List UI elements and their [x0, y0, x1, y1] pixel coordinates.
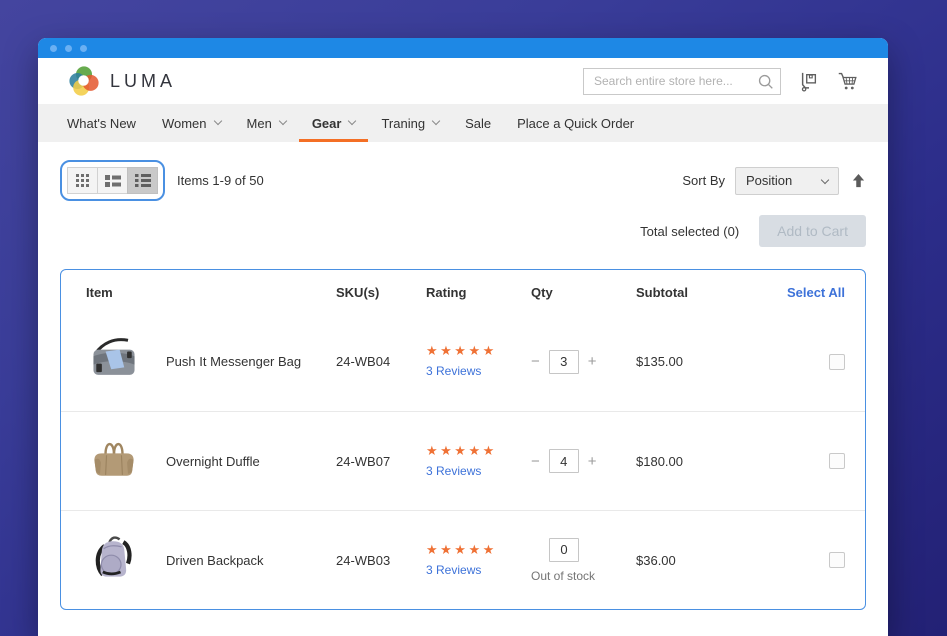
qty-stepper: − + — [531, 350, 636, 374]
chevron-down-icon — [279, 117, 287, 125]
window-control-dot[interactable] — [50, 45, 57, 52]
sort-controls: Sort By Position — [682, 167, 866, 195]
desktop-background: LUMA — [0, 0, 947, 636]
product-name: Push It Messenger Bag — [166, 354, 336, 369]
add-to-cart-button[interactable]: Add to Cart — [759, 215, 866, 247]
table-row: Overnight Duffle 24-WB07 ★★★★★ 3 Reviews… — [61, 411, 865, 510]
product-subtotal: $135.00 — [636, 354, 771, 369]
search-box — [583, 68, 781, 95]
product-sku: 24-WB03 — [336, 553, 426, 568]
product-name: Driven Backpack — [166, 553, 336, 568]
nav-item-place-a-quick-order[interactable]: Place a Quick Order — [504, 104, 647, 142]
window-titlebar — [38, 38, 888, 58]
column-header-qty: Qty — [531, 285, 636, 300]
grid-view-icon — [76, 174, 89, 187]
nav-item-traning[interactable]: Traning — [368, 104, 452, 142]
grid-view-button[interactable] — [67, 167, 98, 194]
page-content: Items 1-9 of 50 Sort By Position Total — [38, 142, 888, 636]
product-sku: 24-WB07 — [336, 454, 426, 469]
cart-icon[interactable] — [837, 71, 858, 91]
luma-logo[interactable]: LUMA — [68, 65, 176, 97]
column-header-item: Item — [86, 285, 336, 300]
product-sku: 24-WB04 — [336, 354, 426, 369]
nav-item-men[interactable]: Men — [234, 104, 299, 142]
qty-input[interactable] — [549, 350, 579, 374]
browser-window: LUMA — [38, 38, 888, 636]
row-checkbox[interactable] — [829, 354, 845, 370]
qty-stepper: − + — [531, 449, 636, 473]
table-row: Driven Backpack 24-WB03 ★★★★★ 3 Reviews … — [61, 510, 865, 609]
window-control-dot[interactable] — [65, 45, 72, 52]
product-image-duffle[interactable] — [86, 431, 142, 487]
reviews-link[interactable]: 3 Reviews — [426, 563, 481, 577]
row-checkbox[interactable] — [829, 552, 845, 568]
row-checkbox[interactable] — [829, 453, 845, 469]
nav-label: Women — [162, 116, 207, 131]
nav-label: Sale — [465, 116, 491, 131]
qty-increase-button[interactable]: + — [588, 454, 597, 469]
select-all-link[interactable]: Select All — [787, 285, 845, 300]
luma-logo-icon — [68, 65, 100, 97]
nav-label: Men — [247, 116, 272, 131]
total-selected-text: Total selected (0) — [640, 224, 739, 239]
product-subtotal: $180.00 — [636, 454, 771, 469]
column-header-subtotal: Subtotal — [636, 285, 771, 300]
chevron-down-icon — [348, 117, 356, 125]
nav-label: Place a Quick Order — [517, 116, 634, 131]
header-actions — [583, 68, 858, 95]
product-subtotal: $36.00 — [636, 553, 771, 568]
selection-bar: Total selected (0) Add to Cart — [60, 215, 866, 247]
search-input[interactable] — [583, 68, 781, 95]
product-name: Overnight Duffle — [166, 454, 336, 469]
nav-item-whats-new[interactable]: What's New — [54, 104, 149, 142]
qty-input[interactable] — [549, 538, 579, 562]
items-count: Items 1-9 of 50 — [177, 173, 264, 188]
sort-ascending-icon — [851, 173, 866, 188]
product-image-messenger-bag[interactable] — [86, 331, 142, 387]
store-header: LUMA — [38, 58, 888, 104]
chevron-down-icon — [821, 175, 829, 183]
qty-increase-button[interactable]: + — [588, 354, 597, 369]
qty-decrease-button[interactable]: − — [531, 354, 540, 369]
sort-select[interactable]: Position — [735, 167, 839, 195]
search-icon[interactable] — [757, 73, 774, 90]
chevron-down-icon — [432, 117, 440, 125]
list-toolbar: Items 1-9 of 50 Sort By Position — [60, 160, 866, 201]
product-image-backpack[interactable] — [86, 530, 142, 586]
store-name: LUMA — [110, 71, 176, 92]
reviews-link[interactable]: 3 Reviews — [426, 464, 481, 478]
grid-extended-view-button[interactable] — [97, 167, 128, 194]
list-view-button[interactable] — [127, 167, 158, 194]
reviews-link[interactable]: 3 Reviews — [426, 364, 481, 378]
grid-extended-view-icon — [105, 175, 121, 187]
items-table: Item SKU(s) Rating Qty Subtotal Select A… — [60, 269, 866, 610]
star-rating: ★★★★★ — [426, 343, 531, 359]
sort-direction-button[interactable] — [851, 173, 866, 188]
quick-order-icon[interactable] — [799, 71, 819, 92]
stock-status: Out of stock — [531, 569, 595, 583]
window-control-dot[interactable] — [80, 45, 87, 52]
nav-label: What's New — [67, 116, 136, 131]
qty-stepper: Out of stock — [531, 538, 636, 583]
nav-label: Gear — [312, 116, 342, 131]
nav-item-sale[interactable]: Sale — [452, 104, 504, 142]
chevron-down-icon — [213, 117, 221, 125]
sort-select-value: Position — [746, 173, 792, 188]
view-mode-switcher — [60, 160, 165, 201]
nav-item-women[interactable]: Women — [149, 104, 234, 142]
sort-by-label: Sort By — [682, 173, 725, 188]
column-header-sku: SKU(s) — [336, 285, 426, 300]
main-navigation: What's New Women Men Gear Traning Sale — [38, 104, 888, 142]
qty-input[interactable] — [549, 449, 579, 473]
nav-label: Traning — [381, 116, 425, 131]
table-row: Push It Messenger Bag 24-WB04 ★★★★★ 3 Re… — [61, 312, 865, 411]
column-header-rating: Rating — [426, 285, 531, 300]
table-header: Item SKU(s) Rating Qty Subtotal Select A… — [61, 270, 865, 312]
nav-item-gear[interactable]: Gear — [299, 104, 369, 142]
list-view-icon — [135, 174, 151, 187]
qty-decrease-button[interactable]: − — [531, 454, 540, 469]
star-rating: ★★★★★ — [426, 443, 531, 459]
star-rating: ★★★★★ — [426, 542, 531, 558]
